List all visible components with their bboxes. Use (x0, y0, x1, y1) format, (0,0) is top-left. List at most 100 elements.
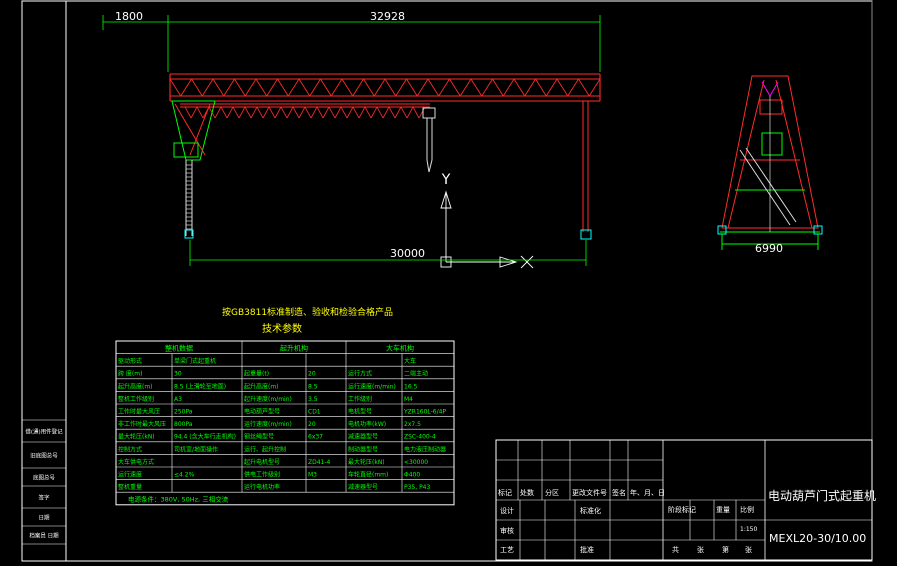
zigzag-member (316, 106, 324, 119)
top-dimension-line (102, 15, 601, 72)
zigzag-member (370, 106, 378, 119)
title-block: 标记 处数 分区 更改文件号 签名 年、月、日设计 标准化审核工艺 批准 阶段标记 重量 比例 1:1… (495, 439, 876, 561)
role-label: 审核 (500, 526, 514, 535)
zigzag-member (388, 106, 396, 119)
zigzag-member (190, 106, 198, 119)
spec-cell: 运行电机功率 (244, 483, 280, 491)
spec-cell: 运行速度 (118, 471, 142, 479)
zigzag-member (238, 106, 246, 119)
spec-cell: 起升电机型号 (244, 458, 280, 466)
truss-diagonal (201, 78, 214, 97)
zigzag-member (268, 106, 276, 119)
spec-cell: 运行速度(m/min) (244, 420, 292, 428)
spec-cell: 8.5 (上滑轮至地面) (174, 382, 226, 390)
zigzag-member (196, 106, 204, 119)
spec-cell: 2x7.5 (404, 421, 421, 428)
truss-diagonal (567, 78, 579, 97)
spec-cell: 电动葫芦型号 (244, 408, 280, 416)
scale-value: 1:150 (740, 526, 757, 533)
spec-cell: 电机型号 (348, 408, 372, 416)
truss-diagonal (255, 78, 268, 97)
truss-diagonal (266, 78, 278, 97)
spec-header-cell: 起升机构 (280, 344, 308, 353)
truss-diagonal (470, 78, 483, 97)
spec-cell: 工作级别 (348, 395, 372, 403)
drawing-code: MEXL20-30/10.00 (769, 532, 866, 545)
truss-diagonal (578, 78, 590, 97)
truss-diagonal (169, 78, 182, 97)
spec-cell: 最大轮压(kN) (348, 458, 385, 466)
zigzag-member (418, 106, 426, 119)
truss-diagonal (352, 78, 364, 97)
zigzag-member (220, 106, 228, 119)
spec-cell: 94.4 (含大车行走机构) (174, 433, 236, 441)
truss-diagonal (438, 78, 450, 97)
spec-footer: 电源条件：380V, 50Hz, 三相交流 (128, 495, 229, 504)
truss-diagonal (277, 78, 289, 97)
zigzag-member (184, 106, 192, 119)
spec-cell: 减速器型号 (348, 483, 378, 491)
stage-header: 比例 (740, 505, 754, 514)
strip-label: 签字 (38, 494, 50, 502)
zigzag-member (376, 106, 384, 119)
main-girder-truss (169, 73, 601, 102)
spec-cell: 非工作时最大风压 (118, 420, 166, 428)
zigzag-member (274, 106, 282, 119)
zigzag-member (232, 106, 240, 119)
truss-diagonal (244, 78, 257, 97)
truss-diagonal (384, 78, 397, 97)
lower-girder (180, 103, 430, 108)
zigzag-member (406, 106, 414, 119)
strip-label: 底图总号 (33, 474, 56, 482)
spec-cell: 6x37 (308, 434, 323, 441)
truss-diagonal (481, 78, 493, 97)
axis-y-label: Y (441, 172, 451, 188)
zigzag-member (364, 106, 372, 119)
spec-cell: 工作时最大风压 (118, 408, 160, 416)
spec-cell: 起升高度(m) (244, 382, 279, 390)
spec-cell: 减速器型号 (348, 433, 378, 441)
spec-cell: CD1 (308, 409, 321, 416)
spec-cell: 大车供电方式 (118, 458, 154, 466)
zigzag-member (400, 106, 408, 119)
revision-header: 签名 (612, 488, 626, 497)
spec-cell: 250Pa (174, 409, 193, 416)
zigzag-member (280, 106, 288, 119)
zigzag-member (310, 106, 318, 119)
spec-cell: 钢丝绳型号 (244, 433, 274, 441)
spec-cell: ≤4.2% (174, 472, 195, 479)
zigzag-member (226, 106, 234, 119)
spec-cell: ZSC-400-4 (404, 434, 436, 441)
zigzag-member (244, 106, 252, 119)
stage-header: 阶段标记 (668, 505, 696, 514)
zigzag-member (328, 106, 336, 119)
truss-diagonal (341, 78, 354, 97)
role-label: 标准化 (580, 506, 601, 515)
spec-cell: Φ400 (404, 472, 420, 479)
spec-cell: A3 (174, 396, 182, 403)
ladder-rungs (186, 164, 192, 230)
strip-label: 旧底图总号 (30, 452, 58, 460)
truss-diagonal (287, 78, 300, 97)
spec-cell: 车轮直径(mm) (348, 471, 388, 479)
role-label: 设计 (500, 506, 514, 515)
spec-cell: 16.5 (404, 383, 418, 390)
spec-cell: M4 (404, 396, 413, 403)
revision-header: 更改文件号 (572, 488, 607, 497)
spec-cell: 最大轮压(kN) (118, 433, 155, 441)
zigzag-member (292, 106, 300, 119)
zigzag-member (382, 106, 390, 119)
spec-cell: 起升高度(m) (118, 382, 153, 390)
zigzag-member (358, 106, 366, 119)
spec-cell: 20 (308, 421, 316, 428)
truss-diagonal (223, 78, 235, 97)
spec-cell: 制动器型号 (348, 445, 378, 453)
truss-diagonal (545, 78, 558, 97)
spec-cell: 20 (308, 371, 316, 378)
spec-cell: YZR160L-6/4P (403, 409, 446, 416)
revision-header: 标记 (498, 488, 512, 497)
left-leg (171, 100, 216, 239)
truss-diagonal (180, 78, 192, 97)
zigzag-member (256, 106, 264, 119)
zigzag-member (412, 106, 420, 119)
